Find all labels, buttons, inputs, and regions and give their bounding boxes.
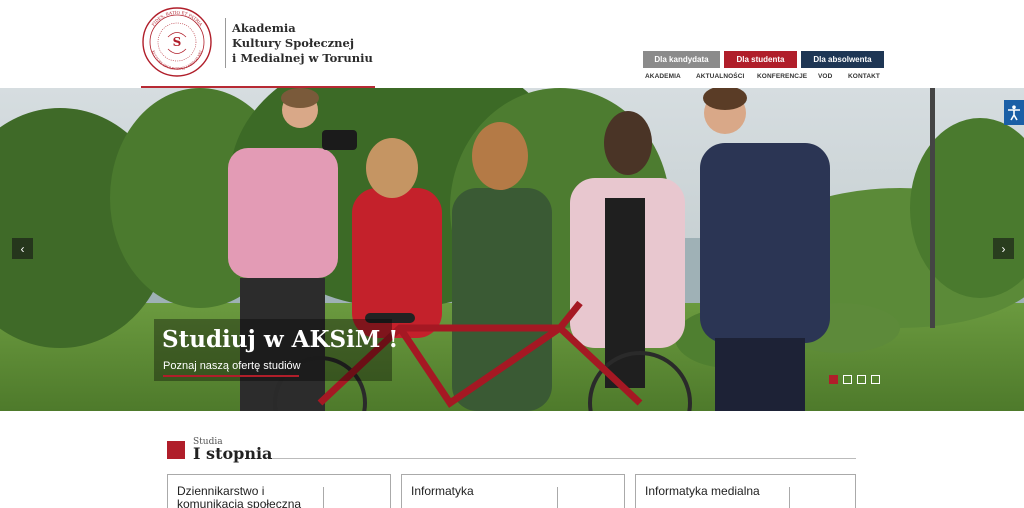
nav-item-kontakt[interactable]: KONTAKT — [848, 73, 880, 80]
nav-item-akademia[interactable]: AKADEMIA — [645, 73, 696, 80]
section-marker — [167, 441, 185, 459]
card-divider — [789, 487, 790, 508]
chevron-down-icon[interactable]: ⌄ — [592, 503, 600, 508]
accessibility-icon[interactable] — [1004, 100, 1024, 125]
site-header: S FIDES, RATIO ET PATRIA KULTURY SPOŁECZ… — [0, 0, 1024, 88]
study-card-title: Dziennikarstwo i komunikacja społeczna — [177, 484, 302, 508]
audience-nav: Dla kandydata Dla studenta Dla absolwent… — [643, 51, 884, 68]
svg-text:KULTURY SPOŁECZNEJ I MEDIALNEJ: KULTURY SPOŁECZNEJ I MEDIALNEJ — [151, 49, 203, 71]
study-card-informatyka[interactable]: Informatyka ⌄ — [401, 474, 625, 508]
university-name-line-1: Akademia — [232, 21, 296, 35]
candidate-button[interactable]: Dla kandydata — [643, 51, 720, 68]
nav-item-vod[interactable]: VOD — [818, 73, 848, 80]
student-button[interactable]: Dla studenta — [724, 51, 797, 68]
card-divider — [557, 487, 558, 508]
study-card-title: Informatyka — [411, 484, 474, 498]
study-card-informatyka-medialna[interactable]: Informatyka medialna ⌄ — [635, 474, 856, 508]
slider-dot-2[interactable] — [843, 375, 852, 384]
slider-dot-4[interactable] — [871, 375, 880, 384]
hero-title[interactable]: Studiuj w AKSiM ! — [162, 326, 398, 353]
university-seal-logo[interactable]: S FIDES, RATIO ET PATRIA KULTURY SPOŁECZ… — [141, 6, 213, 78]
card-divider — [323, 487, 324, 508]
slider-dot-3[interactable] — [857, 375, 866, 384]
university-name-line-3: i Medialnej w Toruniu — [232, 51, 373, 65]
university-name-line-2: Kultury Społecznej — [232, 36, 355, 50]
hero-subtitle[interactable]: Poznaj naszą ofertę studiów — [163, 360, 301, 372]
slider-next-arrow-icon[interactable]: › — [993, 238, 1014, 259]
logo-divider — [225, 18, 226, 68]
slider-prev-arrow-icon[interactable]: ‹ — [12, 238, 33, 259]
section-title: I stopnia — [193, 444, 273, 463]
svg-text:S: S — [173, 35, 182, 49]
nav-item-konferencje[interactable]: KONFERENCJE — [757, 73, 818, 80]
hero-subtitle-underline — [163, 375, 299, 377]
study-card-title: Informatyka medialna — [645, 484, 760, 498]
chevron-down-icon[interactable]: ⌄ — [819, 503, 827, 508]
alumni-button[interactable]: Dla absolwenta — [801, 51, 884, 68]
nav-item-aktualnosci[interactable]: AKTUALNOŚCI — [696, 73, 757, 80]
chevron-down-icon[interactable]: ⌄ — [351, 503, 359, 508]
section-rule — [272, 458, 856, 459]
hero-slider: Studiuj w AKSiM ! Poznaj naszą ofertę st… — [0, 88, 1024, 411]
university-name[interactable]: Akademia Kultury Społecznej i Medialnej … — [232, 21, 373, 66]
slider-dot-1[interactable] — [829, 375, 838, 384]
main-nav: AKADEMIA AKTUALNOŚCI KONFERENCJE VOD KON… — [645, 73, 880, 80]
slider-dots — [829, 375, 880, 384]
study-card-dziennikarstwo[interactable]: Dziennikarstwo i komunikacja społeczna ⌄ — [167, 474, 391, 508]
accessibility-person-icon — [1008, 104, 1020, 120]
